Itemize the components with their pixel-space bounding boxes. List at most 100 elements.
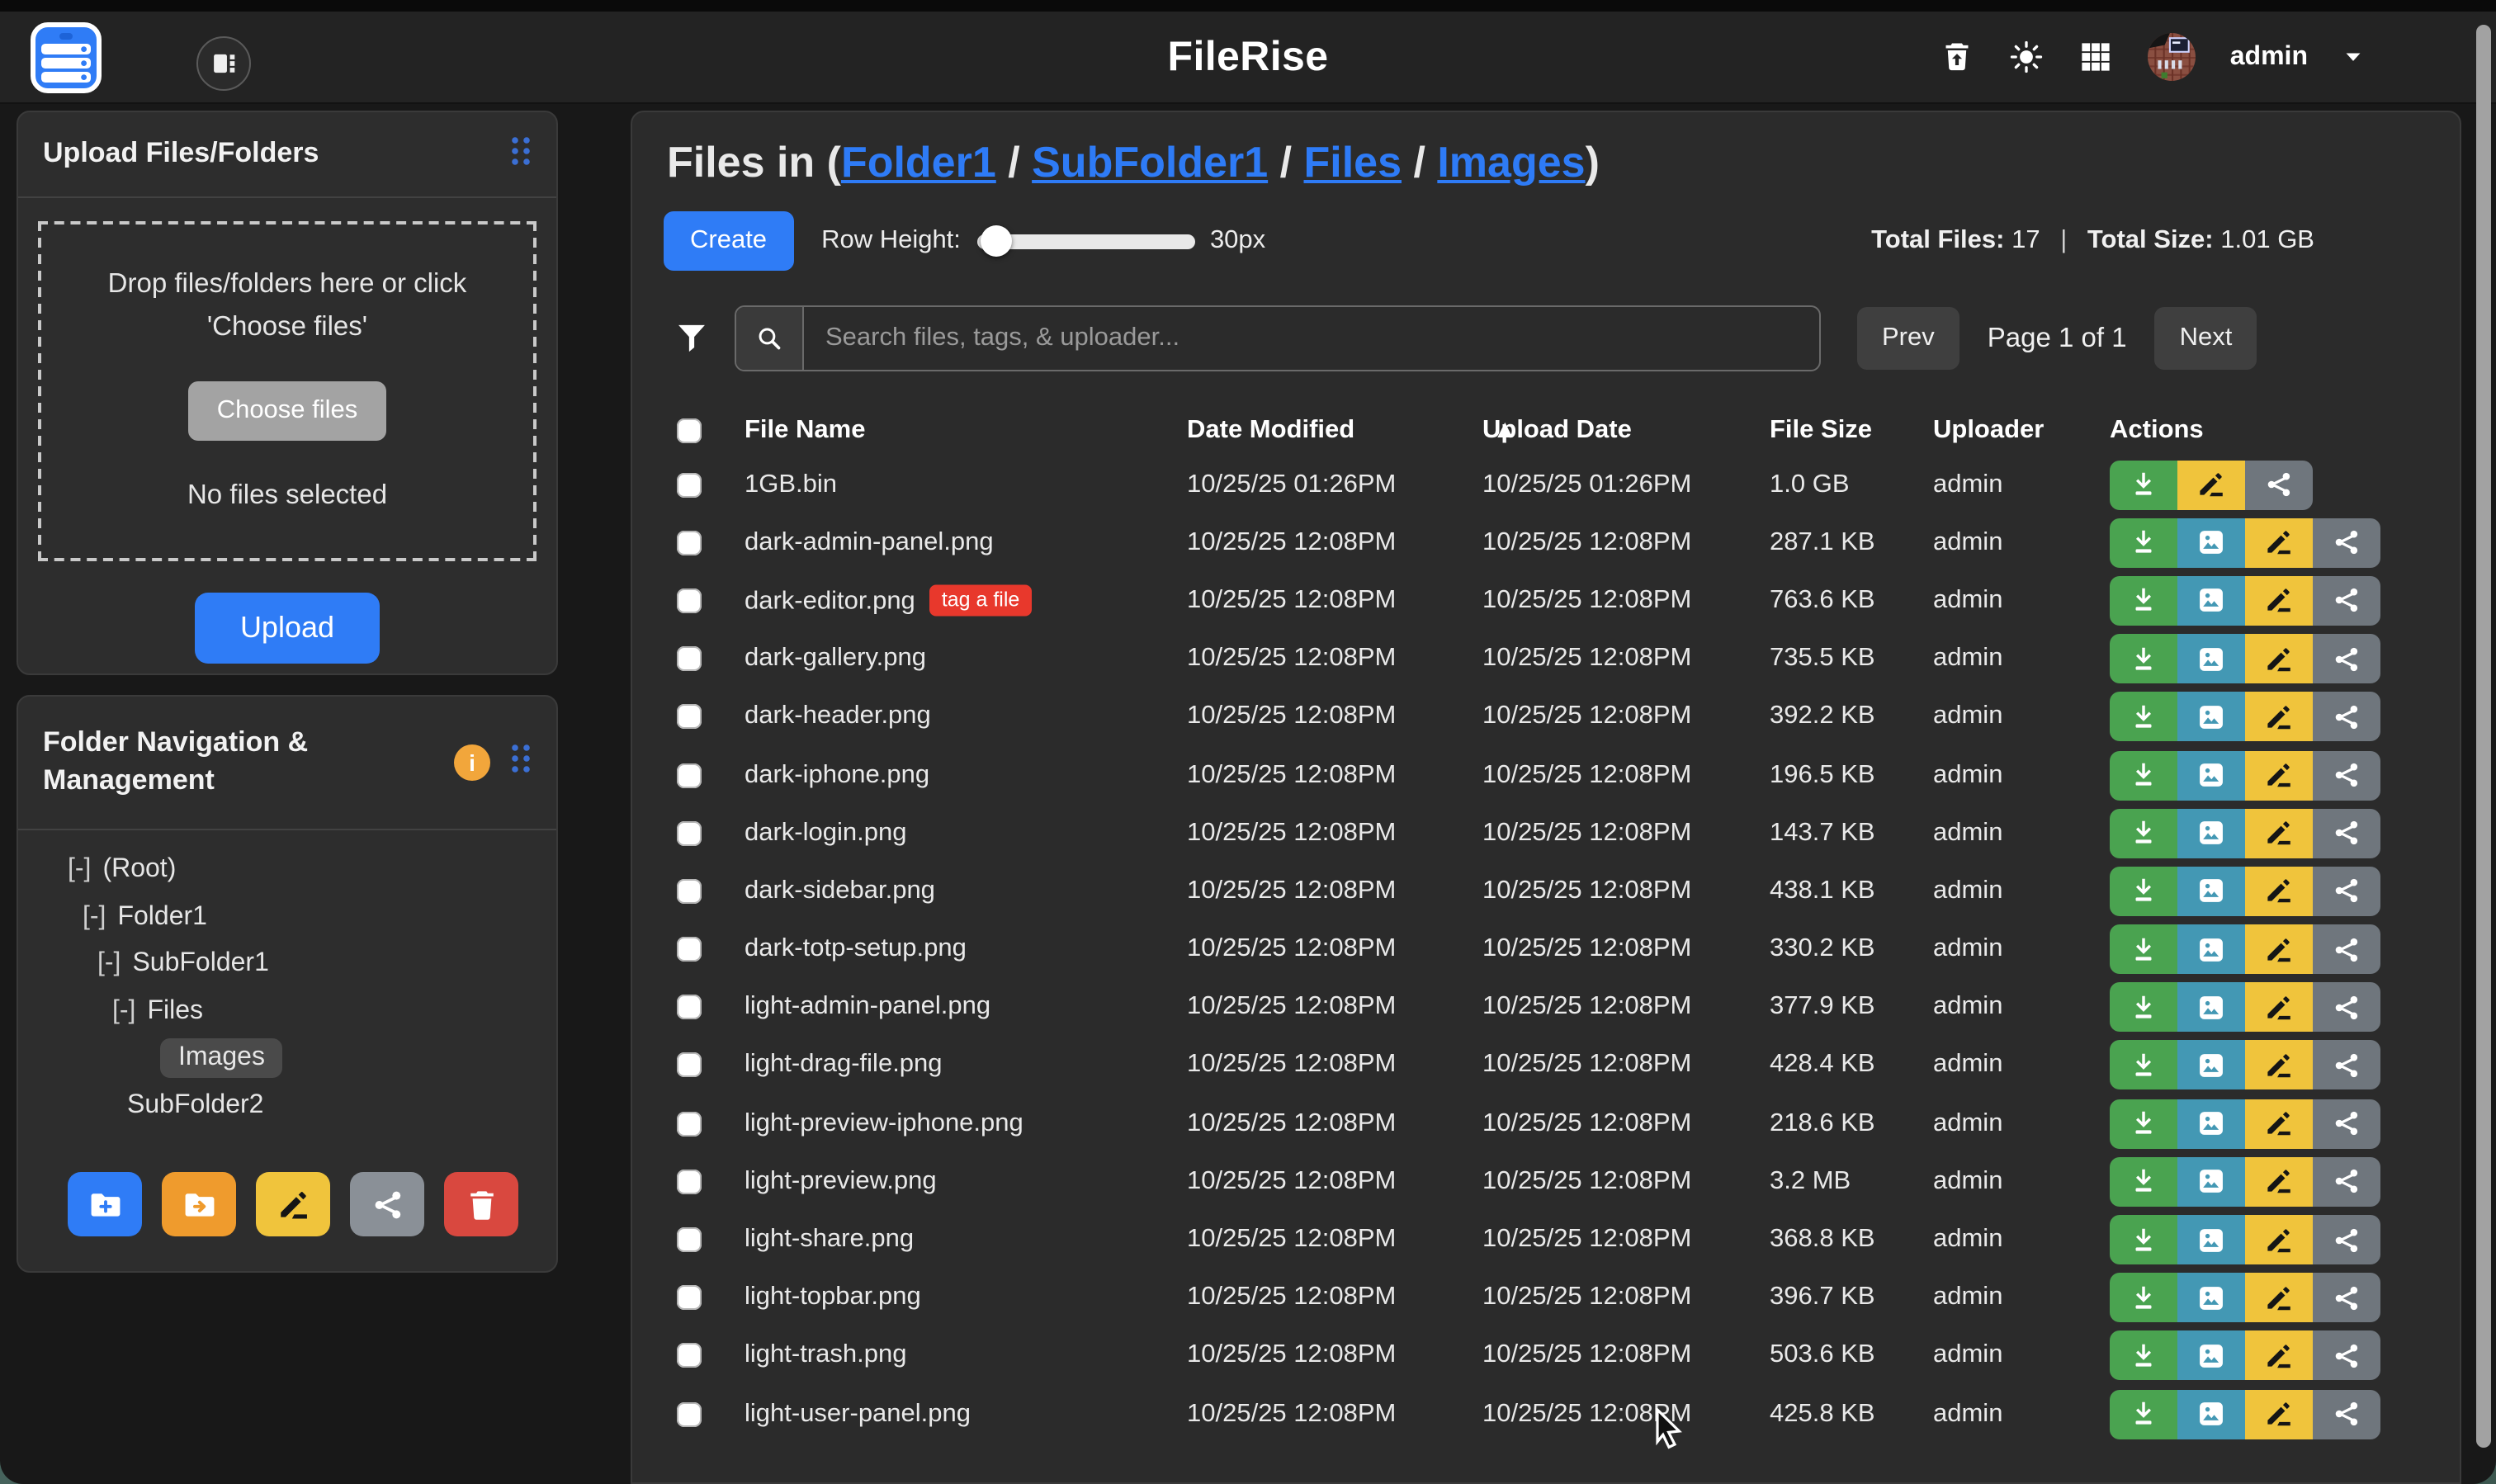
- download-button[interactable]: [2110, 634, 2177, 683]
- file-row[interactable]: light-admin-panel.png10/25/25 12:08PM10/…: [632, 978, 2460, 1036]
- avatar[interactable]: [2148, 33, 2196, 81]
- tree-collapse-icon[interactable]: [-]: [83, 903, 106, 933]
- edit-button[interactable]: [2245, 518, 2313, 568]
- row-checkbox[interactable]: [677, 472, 702, 497]
- folder-tree-item-root[interactable]: [-](Root): [18, 847, 556, 894]
- row-checkbox[interactable]: [677, 531, 702, 555]
- tree-collapse-icon[interactable]: [-]: [68, 856, 91, 886]
- share-button[interactable]: [2245, 460, 2313, 509]
- row-checkbox[interactable]: [677, 995, 702, 1020]
- edit-button[interactable]: [2245, 1157, 2313, 1207]
- row-checkbox[interactable]: [677, 1227, 702, 1252]
- preview-button[interactable]: [2177, 750, 2245, 800]
- file-row[interactable]: dark-sidebar.png10/25/25 12:08PM10/25/25…: [632, 863, 2460, 920]
- edit-button[interactable]: [2245, 634, 2313, 683]
- file-name[interactable]: light-user-panel.png: [745, 1399, 971, 1429]
- file-name[interactable]: light-trash.png: [745, 1341, 906, 1371]
- share-button[interactable]: [2313, 1331, 2380, 1381]
- column-file-name[interactable]: File Name: [745, 416, 865, 446]
- preview-button[interactable]: [2177, 1273, 2245, 1322]
- edit-button[interactable]: [2245, 983, 2313, 1033]
- info-icon[interactable]: i: [454, 744, 490, 781]
- row-checkbox[interactable]: [677, 763, 702, 787]
- folder-tree-item-subfolder2[interactable]: SubFolder2: [18, 1082, 556, 1129]
- preview-button[interactable]: [2177, 808, 2245, 858]
- breadcrumb-link-subfolder1[interactable]: SubFolder1: [1032, 137, 1268, 187]
- apps-grid-icon[interactable]: [2078, 40, 2113, 74]
- slider-thumb[interactable]: [981, 225, 1012, 257]
- file-row[interactable]: dark-admin-panel.png10/25/25 12:08PM10/2…: [632, 513, 2460, 571]
- preview-button[interactable]: [2177, 1157, 2245, 1207]
- scrollbar-thumb[interactable]: [2476, 25, 2491, 1448]
- row-checkbox[interactable]: [677, 1344, 702, 1368]
- preview-button[interactable]: [2177, 924, 2245, 974]
- preview-button[interactable]: [2177, 983, 2245, 1033]
- download-button[interactable]: [2110, 1215, 2177, 1264]
- file-name[interactable]: light-drag-file.png: [745, 1051, 943, 1080]
- share-button[interactable]: [2313, 634, 2380, 683]
- trash-restore-icon[interactable]: [1940, 40, 1974, 74]
- download-button[interactable]: [2110, 1041, 2177, 1090]
- file-row[interactable]: light-trash.png10/25/25 12:08PM10/25/25 …: [632, 1327, 2460, 1385]
- preview-button[interactable]: [2177, 1331, 2245, 1381]
- share-button[interactable]: [2313, 1215, 2380, 1264]
- share-button[interactable]: [2313, 1041, 2380, 1090]
- tag-badge[interactable]: tag a file: [930, 584, 1032, 616]
- share-button[interactable]: [2313, 1389, 2380, 1439]
- edit-button[interactable]: [2177, 460, 2245, 509]
- share-button[interactable]: [2313, 518, 2380, 568]
- download-button[interactable]: [2110, 983, 2177, 1033]
- file-row[interactable]: light-drag-file.png10/25/25 12:08PM10/25…: [632, 1037, 2460, 1094]
- row-checkbox[interactable]: [677, 937, 702, 962]
- download-button[interactable]: [2110, 924, 2177, 974]
- share-button[interactable]: [2313, 924, 2380, 974]
- file-dropzone[interactable]: Drop files/folders here or click 'Choose…: [38, 221, 537, 561]
- preview-button[interactable]: [2177, 1099, 2245, 1148]
- create-folder-button[interactable]: [68, 1172, 142, 1236]
- file-name[interactable]: light-topbar.png: [745, 1283, 921, 1312]
- preview-button[interactable]: [2177, 576, 2245, 626]
- edit-button[interactable]: [2245, 867, 2313, 916]
- file-name[interactable]: dark-admin-panel.png: [745, 528, 994, 558]
- file-row[interactable]: dark-login.png10/25/25 12:08PM10/25/25 1…: [632, 804, 2460, 862]
- select-all-checkbox[interactable]: [677, 418, 702, 443]
- rename-folder-button[interactable]: [256, 1172, 330, 1236]
- row-checkbox[interactable]: [677, 1401, 702, 1426]
- move-folder-button[interactable]: [162, 1172, 236, 1236]
- download-button[interactable]: [2110, 750, 2177, 800]
- row-height-slider[interactable]: [977, 234, 1195, 248]
- file-name[interactable]: light-preview-iphone.png: [745, 1108, 1023, 1138]
- file-row[interactable]: light-user-panel.png10/25/25 12:08PM10/2…: [632, 1385, 2460, 1443]
- row-checkbox[interactable]: [677, 1285, 702, 1310]
- preview-button[interactable]: [2177, 1215, 2245, 1264]
- share-folder-button[interactable]: [350, 1172, 424, 1236]
- edit-button[interactable]: [2245, 1041, 2313, 1090]
- edit-button[interactable]: [2245, 1273, 2313, 1322]
- file-name[interactable]: dark-login.png: [745, 818, 906, 848]
- download-button[interactable]: [2110, 1157, 2177, 1207]
- preview-button[interactable]: [2177, 867, 2245, 916]
- download-button[interactable]: [2110, 1273, 2177, 1322]
- column-uploader[interactable]: Uploader: [1933, 416, 2044, 446]
- share-button[interactable]: [2313, 983, 2380, 1033]
- choose-files-button[interactable]: Choose files: [189, 381, 386, 441]
- file-name[interactable]: 1GB.bin: [745, 470, 837, 499]
- file-name[interactable]: light-share.png: [745, 1225, 914, 1255]
- share-button[interactable]: [2313, 692, 2380, 742]
- share-button[interactable]: [2313, 1099, 2380, 1148]
- share-button[interactable]: [2313, 808, 2380, 858]
- edit-button[interactable]: [2245, 1331, 2313, 1381]
- file-name[interactable]: light-admin-panel.png: [745, 993, 990, 1023]
- file-row[interactable]: light-preview-iphone.png10/25/25 12:08PM…: [632, 1094, 2460, 1152]
- row-checkbox[interactable]: [677, 879, 702, 904]
- filter-funnel-icon[interactable]: [674, 320, 710, 357]
- preview-button[interactable]: [2177, 1041, 2245, 1090]
- row-checkbox[interactable]: [677, 820, 702, 845]
- file-row[interactable]: dark-editor.pngtag a file10/25/25 12:08P…: [632, 572, 2460, 630]
- row-checkbox[interactable]: [677, 1111, 702, 1136]
- preview-button[interactable]: [2177, 692, 2245, 742]
- share-button[interactable]: [2313, 576, 2380, 626]
- file-row[interactable]: dark-totp-setup.png10/25/25 12:08PM10/25…: [632, 920, 2460, 978]
- folder-tree-item-images[interactable]: Images: [18, 1035, 556, 1082]
- column-date-modified[interactable]: Date Modified: [1187, 416, 1354, 446]
